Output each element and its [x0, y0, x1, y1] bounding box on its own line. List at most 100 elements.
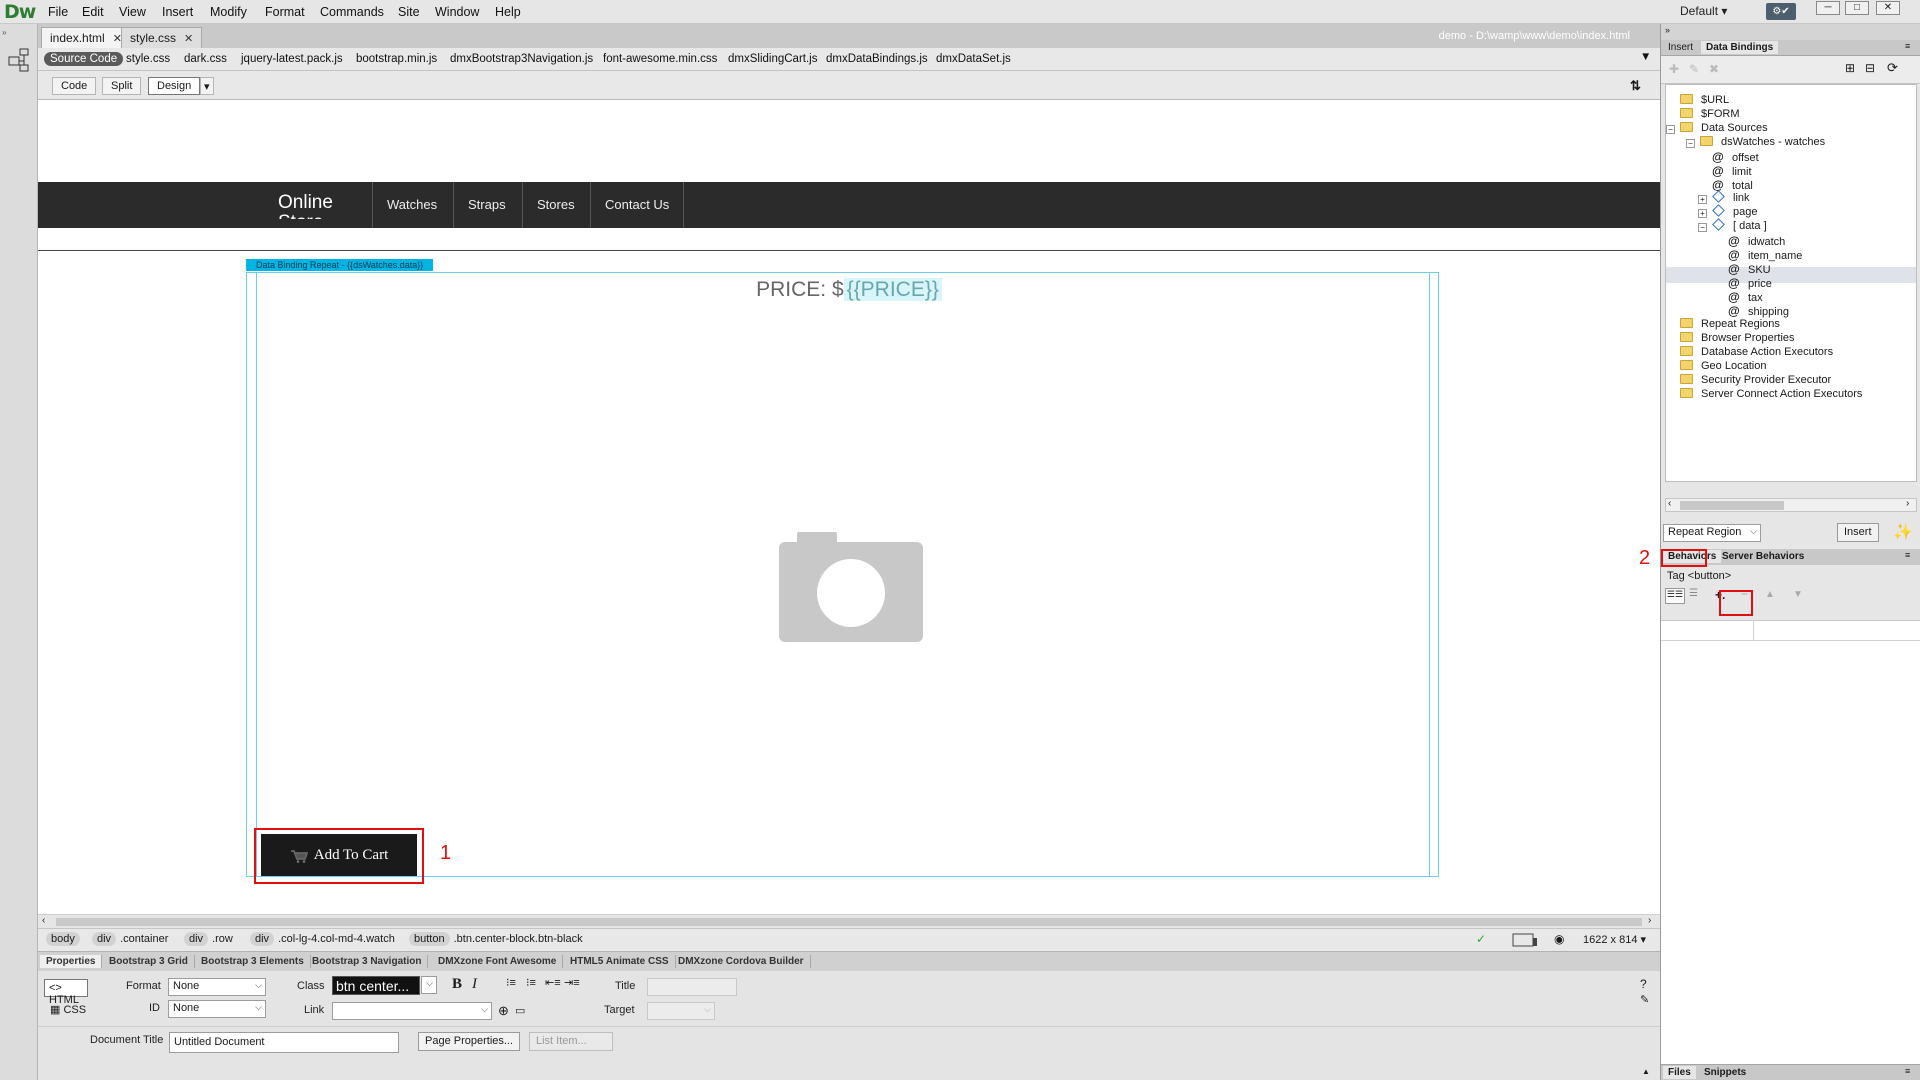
remove-binding-icon[interactable]: ✖ — [1709, 62, 1719, 76]
price-heading[interactable]: PRICE: $ {{PRICE}} — [38, 278, 1660, 302]
close-tab-icon[interactable]: ✕ — [184, 33, 193, 45]
insert-button[interactable]: Insert — [1837, 523, 1879, 542]
link-input[interactable]: ⌵ — [332, 1002, 492, 1020]
window-size-selector[interactable]: 1622 x 814 ▾ — [1583, 933, 1646, 946]
view-dropdown-icon[interactable]: ▾ — [200, 77, 214, 95]
magic-wand-icon[interactable]: ✨ — [1893, 522, 1913, 542]
related-file[interactable]: dmxBootstrap3Navigation.js — [450, 53, 593, 65]
menu-modify[interactable]: Modify — [210, 5, 247, 19]
show-all-events-icon[interactable]: ☰ — [1689, 588, 1698, 599]
class-dropdown-icon[interactable]: ⌵ — [421, 976, 437, 994]
related-file[interactable]: dark.css — [184, 53, 227, 65]
edit-binding-icon[interactable]: ✎ — [1689, 62, 1699, 76]
tab-data-bindings[interactable]: Data Bindings — [1701, 41, 1779, 54]
design-canvas[interactable]: Online Store Watches Straps Stores Conta… — [38, 100, 1660, 914]
refresh-sort-icon[interactable]: ⇅ — [1630, 78, 1641, 94]
split-view-button[interactable]: Split — [102, 77, 142, 95]
scrollbar-thumb[interactable] — [56, 918, 1642, 926]
move-down-icon[interactable]: ▼ — [1793, 589, 1803, 600]
collapse-panel-icon[interactable]: » — [1665, 25, 1670, 35]
css-mode-button[interactable]: ▦ CSS — [50, 1003, 86, 1016]
site-brand[interactable]: Online Store — [278, 193, 348, 219]
panel-menu-icon[interactable]: ≡ — [1905, 1066, 1910, 1076]
preview-browser-icon[interactable]: ◉ — [1554, 932, 1564, 946]
scrollbar-thumb[interactable] — [1680, 501, 1784, 510]
tree-horizontal-scrollbar[interactable]: ‹ › — [1665, 498, 1917, 512]
id-select[interactable]: None ⌵ — [168, 1000, 266, 1018]
tab-files[interactable]: Files — [1663, 1066, 1696, 1079]
expand-all-icon[interactable]: ⊞ — [1845, 61, 1855, 75]
dom-panel-icon[interactable]: » — [0, 24, 38, 84]
menu-window[interactable]: Window — [435, 5, 479, 19]
canvas-horizontal-scrollbar[interactable]: ‹ › — [38, 914, 1660, 928]
panel-menu-icon[interactable]: ≡ — [1905, 550, 1910, 560]
list-item-button[interactable]: List Item... — [529, 1032, 613, 1051]
related-file[interactable]: dmxDataBindings.js — [826, 53, 928, 65]
close-window-icon[interactable]: ✕ — [1876, 1, 1900, 15]
tab-snippets[interactable]: Snippets — [1699, 1066, 1751, 1079]
nav-watches[interactable]: Watches — [372, 182, 451, 228]
tag-button[interactable]: button .btn.center-block.btn-black — [409, 932, 583, 946]
menu-view[interactable]: View — [119, 5, 146, 19]
tag-div-container[interactable]: div .container — [92, 932, 168, 946]
target-select[interactable]: ⌵ — [647, 1002, 715, 1020]
html-mode-button[interactable]: <> HTML — [44, 979, 88, 1006]
document-title-input[interactable]: Untitled Document — [169, 1032, 399, 1053]
refresh-icon[interactable]: ⟳ — [1887, 60, 1898, 76]
maximize-icon[interactable]: □ — [1845, 1, 1869, 15]
tab-server-behaviors[interactable]: Server Behaviors — [1717, 550, 1809, 563]
quick-tag-editor-icon[interactable]: ✎ — [1640, 993, 1649, 1006]
scroll-left-icon[interactable]: ‹ — [1668, 498, 1671, 509]
unordered-list-icon[interactable]: ⁝≡ — [506, 976, 516, 989]
related-file[interactable]: bootstrap.min.js — [356, 53, 437, 65]
tree-expander-icon[interactable]: + — [1698, 209, 1707, 218]
bold-icon[interactable]: B — [452, 976, 462, 993]
insert-type-select[interactable]: Repeat Region ⌵ — [1663, 524, 1761, 542]
nav-contact-us[interactable]: Contact Us — [590, 182, 685, 228]
scroll-left-icon[interactable]: ‹ — [42, 915, 45, 926]
italic-icon[interactable]: I — [472, 976, 477, 993]
related-file[interactable]: style.css — [126, 53, 170, 65]
outdent-icon[interactable]: ⇤≡ — [545, 976, 561, 989]
tab-bootstrap-navigation[interactable]: Bootstrap 3 Navigation — [306, 955, 429, 968]
panel-menu-icon[interactable]: ≡ — [1905, 41, 1910, 51]
tab-style-css[interactable]: style.css ✕ — [121, 27, 203, 48]
indent-icon[interactable]: ⇥≡ — [564, 976, 580, 989]
tab-cordova-builder[interactable]: DMXzone Cordova Builder — [672, 955, 811, 968]
page-properties-button[interactable]: Page Properties... — [418, 1032, 521, 1051]
menu-site[interactable]: Site — [398, 5, 420, 19]
class-select[interactable]: btn center... — [332, 976, 420, 995]
camera-placeholder-icon[interactable] — [779, 532, 923, 642]
move-up-icon[interactable]: ▲ — [1765, 589, 1775, 600]
related-file[interactable]: jquery-latest.pack.js — [241, 53, 343, 65]
design-view-button[interactable]: Design — [148, 77, 201, 95]
point-to-file-icon[interactable]: ⊕ — [498, 1003, 509, 1019]
menu-commands[interactable]: Commands — [320, 5, 384, 19]
scroll-right-icon[interactable]: › — [1648, 915, 1651, 926]
tag-body[interactable]: body — [46, 932, 84, 946]
tree-expander-icon[interactable]: + — [1698, 195, 1707, 204]
filter-icon[interactable]: ▼ — [1640, 51, 1651, 63]
repeat-region-label[interactable]: Data Binding Repeat - {{dsWatches.data}} — [246, 259, 434, 271]
help-icon[interactable]: ? — [1640, 977, 1647, 991]
related-file[interactable]: dmxSlidingCart.js — [728, 53, 817, 65]
nav-stores[interactable]: Stores — [522, 182, 589, 228]
nav-straps[interactable]: Straps — [453, 182, 520, 228]
behaviors-list[interactable] — [1661, 620, 1920, 1076]
ordered-list-icon[interactable]: ⁝≡ — [526, 976, 536, 989]
browse-folder-icon[interactable]: ▭ — [515, 1004, 525, 1017]
tree-expander-icon[interactable]: − — [1666, 125, 1675, 134]
price-binding[interactable]: {{PRICE}} — [843, 278, 942, 301]
menu-help[interactable]: Help — [495, 5, 521, 19]
show-set-events-icon[interactable]: ☰☰ — [1665, 588, 1685, 604]
related-file[interactable]: font-awesome.min.css — [603, 53, 717, 65]
tab-animate-css[interactable]: HTML5 Animate CSS — [564, 955, 676, 968]
screen-size-icon[interactable] — [1512, 933, 1538, 948]
menu-insert[interactable]: Insert — [162, 5, 193, 19]
tab-bootstrap-grid[interactable]: Bootstrap 3 Grid — [103, 955, 195, 968]
workspace-switcher[interactable]: Default ▾ — [1680, 4, 1727, 18]
minimize-icon[interactable]: ─ — [1816, 1, 1840, 15]
sync-settings-icon[interactable]: ⚙✔ — [1766, 3, 1796, 20]
menu-format[interactable]: Format — [265, 5, 305, 19]
related-source-code[interactable]: Source Code — [44, 52, 124, 66]
